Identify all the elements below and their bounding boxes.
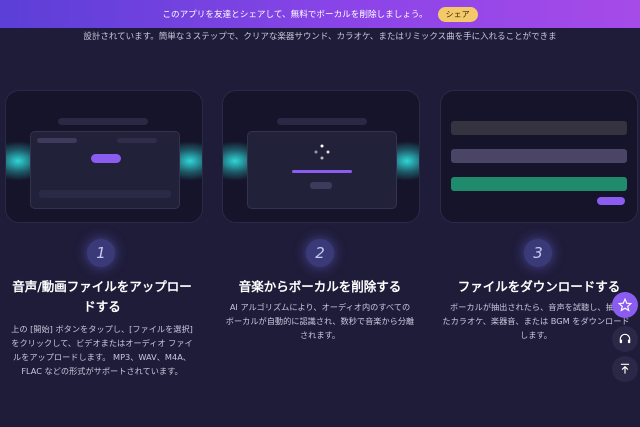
mock-upload-button: [91, 154, 121, 163]
headset-icon: [619, 333, 631, 344]
desc-line: ボーカルが自動的に認識され、数秒で音楽から分離: [225, 316, 415, 326]
star-icon: [618, 298, 632, 312]
mock-upload-window: [30, 131, 180, 209]
favorite-button[interactable]: [612, 292, 638, 318]
step-1-title: 音声/動画ファイルをアップロー ドする: [2, 277, 202, 317]
mock-tab: [117, 138, 157, 143]
desc-line: 上の [開始] ボタンをタップし、[ファイルを選択]: [11, 324, 193, 334]
desc-line: をクリックして、ビデオまたはオーディオ ファイ: [11, 338, 193, 348]
spinner-icon: [314, 144, 330, 160]
mock-cancel-button: [310, 182, 332, 189]
step-2-number: 2: [306, 239, 334, 267]
step-1-number: 1: [87, 239, 115, 267]
mock-url-bar: [277, 118, 367, 125]
step-2-title: 音楽からボーカルを削除する: [238, 279, 402, 294]
mock-download-button: [597, 197, 625, 205]
share-banner-text: このアプリを友達とシェアして、無料でボーカルを削除しましょう。: [162, 10, 428, 20]
step-1-title-line: ドする: [83, 299, 121, 314]
step-3-description: ボーカルが抽出されたら、音声を試聴し、抽出 たカラオケ、楽器音、または BGM …: [432, 300, 640, 342]
step-2-preview: [222, 90, 420, 223]
support-button[interactable]: [612, 326, 638, 352]
desc-line: ルをアップロードします。 MP3、WAV、M4A、: [12, 352, 191, 362]
step-1-description: 上の [開始] ボタンをタップし、[ファイルを選択] をクリックして、ビデオまた…: [2, 322, 202, 378]
desc-line: ボーカルが抽出されたら、音声を試聴し、抽出: [450, 302, 622, 312]
desc-line: します。: [520, 330, 552, 340]
desc-line: されます。: [299, 330, 341, 340]
desc-line: たカラオケ、楽器音、または BGM をダウンロード: [442, 316, 630, 326]
step-1-title-line: 音声/動画ファイルをアップロー: [12, 279, 192, 294]
mock-track-instrumental: [451, 177, 627, 191]
back-to-top-icon: [620, 363, 630, 374]
step-1-preview: [5, 90, 203, 223]
share-banner: このアプリを友達とシェアして、無料でボーカルを削除しましょう。 シェア: [0, 0, 640, 28]
step-3-preview: [440, 90, 638, 223]
mock-url-bar: [58, 118, 148, 125]
step-3-number: 3: [524, 239, 552, 267]
share-button[interactable]: シェア: [437, 6, 478, 22]
intro-text: 設計されています。簡単な３ステップで、クリアな楽器サウンド、カラオケ、またはリミ…: [83, 32, 557, 42]
mock-options: [39, 190, 171, 198]
step-3-title: ファイルをダウンロードする: [457, 279, 621, 294]
step-2-description: AI アルゴリズムにより、オーディオ内のすべての ボーカルが自動的に認識され、数…: [220, 300, 420, 342]
mock-tab: [37, 138, 77, 143]
desc-line: AI アルゴリズムにより、オーディオ内のすべての: [229, 302, 411, 312]
mock-track-original: [451, 121, 627, 135]
mock-processing-window: [247, 131, 397, 209]
back-to-top-button[interactable]: [612, 356, 638, 382]
mock-track-vocal: [451, 149, 627, 163]
mock-progress-bar: [292, 170, 352, 173]
desc-line: FLAC などの形式がサポートされています。: [21, 366, 183, 376]
